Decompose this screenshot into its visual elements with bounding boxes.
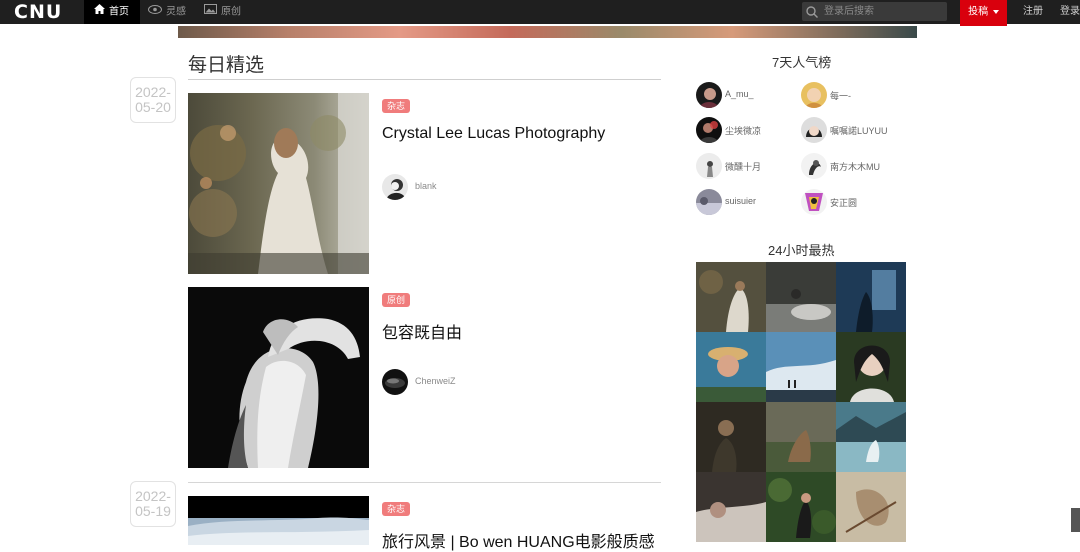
date-year: 2022- (135, 488, 171, 504)
user-name[interactable]: 尘埃微凉 (725, 124, 761, 137)
hot-photo[interactable] (836, 402, 906, 472)
nav-home-label: 首页 (109, 6, 129, 18)
nav-original[interactable]: 原创 (204, 0, 241, 24)
hot-photo[interactable] (766, 472, 836, 542)
scroll-top-button[interactable] (1071, 508, 1080, 532)
post-title[interactable]: 包容既自由 (382, 319, 462, 343)
nav-original-label: 原创 (221, 6, 241, 18)
user-name[interactable]: 嘱嘱諾LUYUU (830, 124, 888, 137)
avatar[interactable] (696, 117, 722, 143)
section-title: 每日精选 (188, 55, 265, 76)
post-thumbnail[interactable] (188, 93, 369, 274)
user-name[interactable]: 南方木木MU (830, 160, 880, 173)
avatar[interactable] (382, 174, 408, 200)
login-link[interactable]: 登录 (1060, 0, 1080, 24)
author-name[interactable]: ChenweiZ (415, 376, 456, 386)
image-icon (204, 0, 217, 24)
post-tag[interactable]: 杂志 (382, 99, 411, 113)
post-title[interactable]: Crystal Lee Lucas Photography (382, 125, 605, 143)
avatar[interactable] (801, 82, 827, 108)
search-icon[interactable] (806, 5, 818, 23)
nav-inspiration-label: 灵感 (166, 6, 186, 18)
hot-photo[interactable] (696, 262, 766, 332)
user-name[interactable]: suisuier (725, 196, 756, 206)
avatar[interactable] (382, 369, 408, 395)
search-input[interactable] (824, 2, 942, 21)
avatar[interactable] (801, 117, 827, 143)
hot-photo[interactable] (836, 332, 906, 402)
date-month-day: 05-19 (135, 503, 171, 519)
register-link[interactable]: 注册 (1023, 0, 1043, 24)
post-thumbnail[interactable] (188, 496, 369, 545)
avatar[interactable] (801, 153, 827, 179)
hot-photo[interactable] (766, 262, 836, 332)
avatar[interactable] (696, 153, 722, 179)
hot-photo[interactable] (696, 472, 766, 542)
rank-title: 7天人气榜 (772, 55, 832, 70)
hot-photo[interactable] (836, 262, 906, 332)
divider (188, 482, 661, 483)
hot-photo[interactable] (766, 332, 836, 402)
nav-home[interactable]: 首页 (84, 0, 140, 24)
author-name[interactable]: blank (415, 181, 437, 191)
chevron-down-icon (992, 0, 999, 24)
hot-photo[interactable] (696, 332, 766, 402)
user-name[interactable]: 微醺十月 (725, 160, 761, 173)
nav-inspiration[interactable]: 灵感 (148, 0, 186, 24)
date-badge: 2022- 05-19 (130, 481, 176, 527)
user-name[interactable]: 安正圆 (830, 196, 857, 209)
submit-button[interactable]: 投稿 (960, 0, 1007, 26)
post-tag[interactable]: 原创 (382, 293, 411, 307)
post-tag[interactable]: 杂志 (382, 502, 411, 516)
search-box[interactable] (802, 2, 947, 21)
user-name[interactable]: 每一- (830, 89, 851, 102)
submit-label: 投稿 (968, 6, 989, 18)
date-year: 2022- (135, 84, 171, 100)
hot-photo-grid (696, 262, 907, 545)
user-name[interactable]: A_mu_ (725, 89, 754, 99)
site-logo[interactable]: CNU (14, 1, 62, 23)
date-month-day: 05-20 (135, 99, 171, 115)
avatar[interactable] (696, 82, 722, 108)
avatar[interactable] (696, 189, 722, 215)
date-badge: 2022- 05-20 (130, 77, 176, 123)
divider (188, 79, 661, 80)
hot-title: 24小时最热 (768, 243, 835, 258)
avatar[interactable] (801, 189, 827, 215)
top-banner-image[interactable] (178, 26, 917, 38)
hot-photo[interactable] (766, 402, 836, 472)
top-navbar: CNU 首页 灵感 原创 投稿 注册 登录 (0, 0, 1080, 26)
eye-icon (148, 0, 162, 24)
hot-photo[interactable] (696, 402, 766, 472)
home-icon (94, 0, 105, 24)
post-thumbnail[interactable] (188, 287, 369, 468)
hot-photo[interactable] (836, 472, 906, 542)
post-title[interactable]: 旅行风景 | Bo wen HUANG电影般质感 (382, 528, 655, 552)
